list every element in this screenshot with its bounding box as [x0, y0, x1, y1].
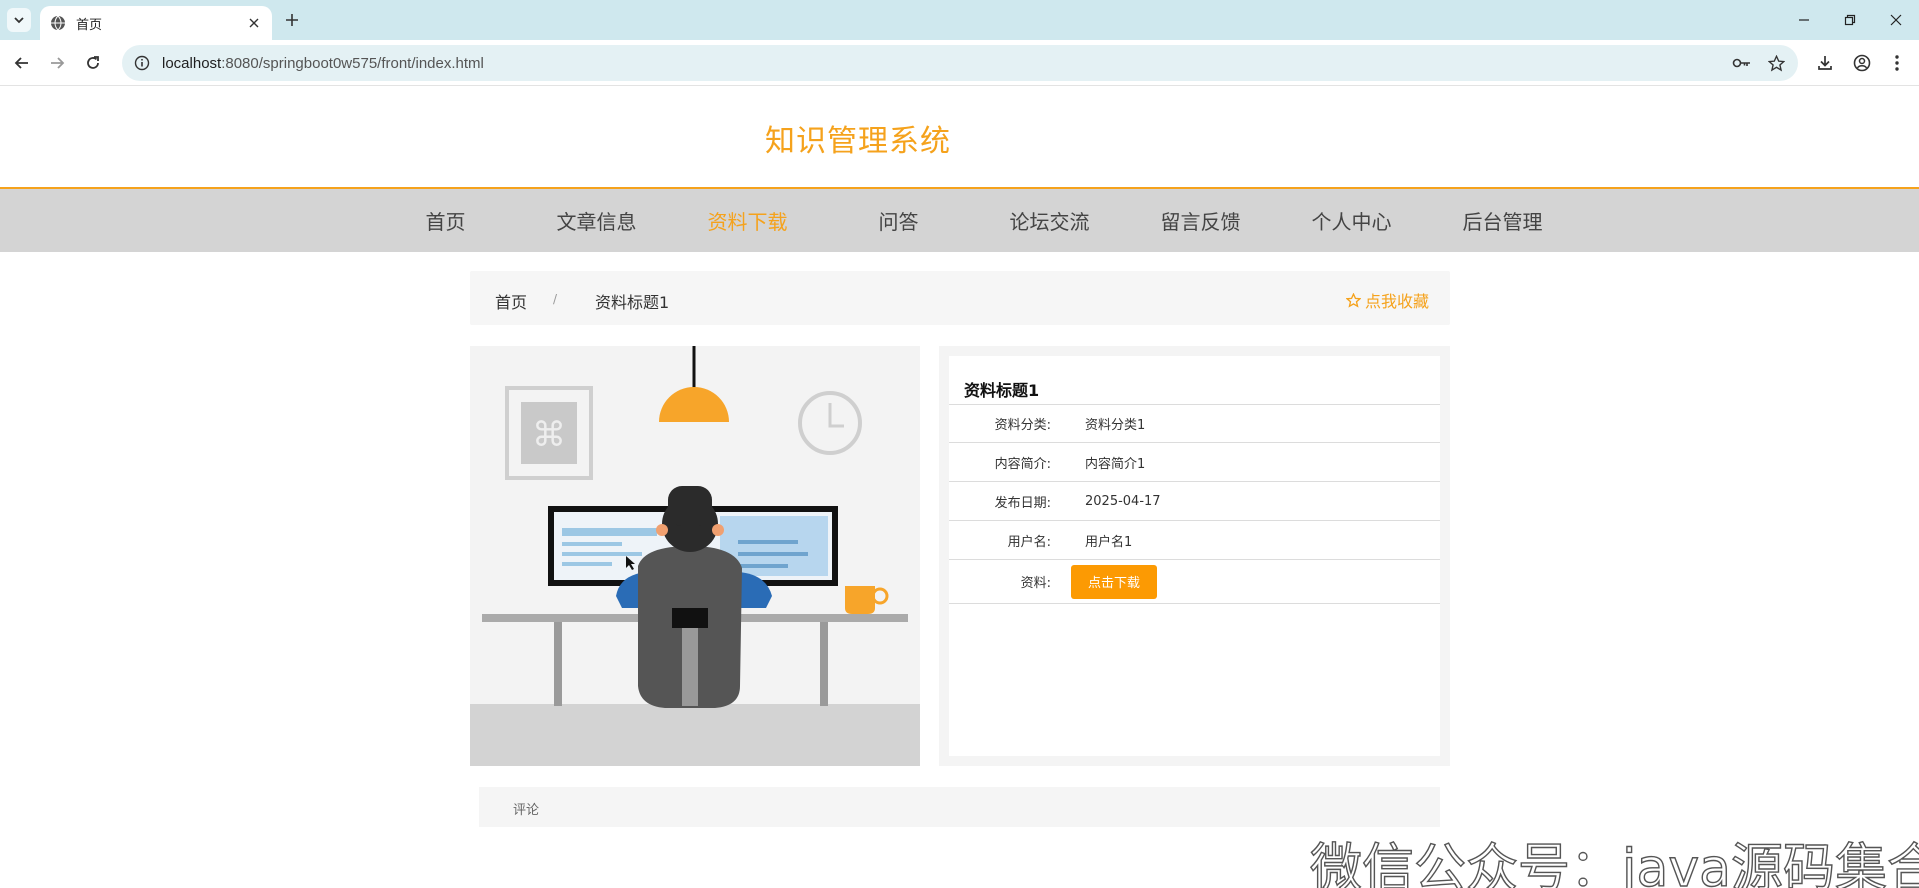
detail-row-summary: 内容简介: 内容简介1: [949, 443, 1440, 482]
minimize-icon: [1799, 19, 1809, 21]
plus-icon: [286, 14, 298, 26]
favorite-button[interactable]: 点我收藏: [1345, 288, 1429, 312]
detail-value: 资料分类1: [1085, 418, 1146, 433]
tab-close-button[interactable]: [246, 15, 262, 31]
resource-title: 资料标题1: [964, 381, 1040, 400]
nav-item-qa[interactable]: 问答: [823, 189, 974, 252]
star-outline-icon: [1345, 292, 1361, 308]
nav-item-downloads[interactable]: 资料下载: [672, 189, 823, 252]
favorite-label: 点我收藏: [1364, 292, 1429, 311]
browser-menu-button[interactable]: [1885, 51, 1909, 75]
profile-button[interactable]: [1850, 51, 1874, 75]
tab-title: 首页: [76, 17, 103, 33]
detail-label: 用户名:: [1007, 534, 1051, 550]
password-key-button[interactable]: [1732, 53, 1752, 73]
downloads-button[interactable]: [1813, 51, 1837, 75]
chevron-down-icon: [14, 17, 24, 24]
svg-text:⌘: ⌘: [532, 415, 566, 455]
main-nav: 首页 文章信息 资料下载 问答 论坛交流 留言反馈 个人中心 后台管理: [0, 187, 1919, 252]
detail-label: 发布日期:: [994, 495, 1051, 511]
arrow-right-icon: [51, 57, 65, 69]
site-title: 知识管理系统: [765, 124, 951, 159]
resource-cover-image: ⌘: [470, 346, 920, 766]
site-header: 知识管理系统: [0, 87, 1919, 187]
bookmark-star-button[interactable]: [1766, 53, 1786, 73]
restore-button[interactable]: [1827, 0, 1873, 40]
person-at-computer-illustration: ⌘: [470, 346, 920, 766]
watermark-text: 微信公众号：java源码集合: [1309, 838, 1919, 888]
url-text[interactable]: localhost:8080/springboot0w575/front/ind…: [162, 55, 1718, 72]
address-bar[interactable]: localhost:8080/springboot0w575/front/ind…: [122, 45, 1798, 81]
nav-item-profile[interactable]: 个人中心: [1276, 189, 1427, 252]
detail-row-publish-date: 发布日期: 2025-04-17: [949, 482, 1440, 521]
back-button[interactable]: [10, 51, 34, 75]
comment-heading: 评论: [513, 803, 540, 818]
detail-row-file: 资料: 点击下载: [949, 560, 1440, 604]
key-icon: [1732, 58, 1750, 68]
detail-rows: 资料分类: 资料分类1 内容简介: 内容简介1 发布日期: 2025-04-17…: [949, 404, 1440, 604]
detail-value: 用户名1: [1085, 534, 1133, 550]
reload-icon: [87, 56, 99, 69]
globe-icon: [51, 15, 65, 31]
comment-section: 评论: [479, 787, 1440, 827]
detail-value: 2025-04-17: [1085, 493, 1161, 509]
new-tab-button[interactable]: [282, 10, 302, 30]
nav-item-forum[interactable]: 论坛交流: [974, 189, 1125, 252]
star-icon: [1767, 54, 1785, 71]
nav-item-admin[interactable]: 后台管理: [1427, 189, 1578, 252]
nav-item-articles[interactable]: 文章信息: [521, 189, 672, 252]
download-icon: [1818, 56, 1832, 70]
tab-search-button[interactable]: [7, 8, 31, 32]
nav-item-feedback[interactable]: 留言反馈: [1125, 189, 1276, 252]
detail-value: 内容简介1: [1085, 456, 1146, 472]
browser-tab[interactable]: 首页: [40, 6, 272, 40]
close-icon: [1890, 14, 1902, 26]
reload-button[interactable]: [81, 51, 105, 75]
forward-button[interactable]: [45, 51, 69, 75]
detail-card: 资料标题1 资料分类: 资料分类1 内容简介: 内容简介1 发布日期: 2025…: [949, 356, 1440, 756]
avatar-icon: [1853, 54, 1871, 72]
detail-panel: 资料标题1 资料分类: 资料分类1 内容简介: 内容简介1 发布日期: 2025…: [939, 346, 1450, 766]
detail-row-category: 资料分类: 资料分类1: [949, 404, 1440, 443]
more-vertical-icon: [1895, 55, 1899, 71]
minimize-button[interactable]: [1781, 0, 1827, 40]
breadcrumb-home-link[interactable]: 首页: [495, 289, 527, 313]
close-window-button[interactable]: [1873, 0, 1919, 40]
detail-label: 内容简介:: [994, 456, 1051, 472]
browser-toolbar: localhost:8080/springboot0w575/front/ind…: [0, 40, 1919, 86]
breadcrumb-current: 资料标题1: [595, 293, 670, 312]
close-icon: [249, 18, 259, 28]
browser-tab-bar: 首页: [0, 0, 1919, 40]
info-icon[interactable]: [134, 55, 150, 71]
download-button[interactable]: 点击下载: [1071, 564, 1157, 599]
detail-row-username: 用户名: 用户名1: [949, 521, 1440, 560]
detail-label: 资料分类:: [994, 418, 1051, 433]
breadcrumb: 首页 / 资料标题1 点我收藏: [470, 271, 1450, 325]
breadcrumb-separator: /: [553, 292, 558, 306]
nav-item-home[interactable]: 首页: [370, 189, 521, 252]
detail-label: 资料:: [1020, 576, 1051, 591]
restore-icon: [1844, 14, 1856, 26]
arrow-left-icon: [14, 57, 28, 69]
